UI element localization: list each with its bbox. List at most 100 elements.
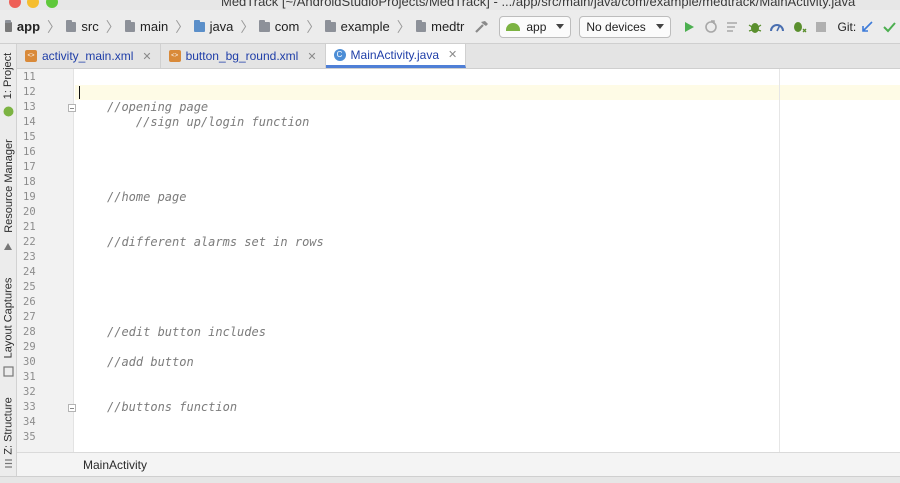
apply-code-changes-icon[interactable] — [725, 17, 741, 37]
line-number: 35 — [23, 431, 36, 443]
run-configuration-dropdown[interactable]: app — [499, 15, 572, 38]
package-icon — [259, 19, 270, 32]
code-comment-line: //buttons function — [107, 400, 238, 414]
line-number: 34 — [23, 416, 36, 428]
breadcrumb-src[interactable]: src — [81, 19, 98, 34]
project-tool-label: 1: Project — [2, 52, 15, 100]
line-number: 15 — [23, 131, 36, 143]
chevron-down-icon — [556, 24, 565, 29]
line-number: 22 — [23, 236, 36, 248]
line-number: 21 — [23, 221, 36, 233]
stop-icon[interactable] — [813, 17, 829, 37]
folder-icon — [124, 19, 136, 32]
line-number-gutter: 11 12 13 14 15 16 17 18 19 20 21 22 23 24 25 26 27 28 29 30… — [17, 69, 76, 452]
project-tool-tab[interactable]: 1: Project — [0, 48, 17, 104]
close-icon[interactable]: ✕ — [448, 48, 457, 61]
line-number: 16 — [23, 146, 36, 158]
line-number: 31 — [23, 371, 36, 383]
code-comment-line: //sign up/login function — [107, 115, 310, 129]
layout-captures-icon — [3, 366, 14, 377]
profile-icon[interactable] — [769, 17, 785, 37]
structure-label: Z: Structure — [2, 397, 15, 455]
code-comment-line: //edit button includes — [107, 325, 266, 339]
chevron-right-icon: 〉 — [47, 18, 62, 35]
structure-icon — [5, 459, 12, 468]
resource-manager-tool-tab[interactable]: Resource Manager — [0, 134, 17, 238]
close-icon[interactable]: ✕ — [142, 50, 151, 63]
window-title: MedTrack [~/AndroidStudioProjects/MedTra… — [221, 0, 856, 9]
close-icon[interactable]: ✕ — [307, 50, 316, 63]
tab-label: button_bg_round.xml — [185, 49, 299, 63]
android-icon — [506, 22, 521, 31]
vcs-update-icon[interactable] — [859, 17, 875, 37]
layout-captures-label: Layout Captures — [2, 277, 15, 359]
code-editor[interactable]: 11 12 13 14 15 16 17 18 19 20 21 22 23 24 25 26 27 28 29 30… — [17, 69, 900, 452]
tab-label: activity_main.xml — [42, 49, 134, 63]
structure-breadcrumb-bar: MainActivity — [17, 452, 900, 476]
line-number: 30 — [23, 356, 36, 368]
breadcrumb-example[interactable]: example — [341, 19, 390, 34]
line-number: 27 — [23, 311, 36, 323]
line-number: 25 — [23, 281, 36, 293]
close-window-button[interactable] — [9, 0, 21, 8]
code-comment-line: //add button — [107, 355, 194, 369]
line-number: 14 — [23, 116, 36, 128]
code-comment-line: //opening page — [107, 100, 209, 114]
source-folder-icon — [194, 19, 205, 32]
breadcrumb-app[interactable]: app — [17, 19, 40, 34]
minimize-window-button[interactable] — [27, 0, 39, 8]
line-number: 18 — [23, 176, 36, 188]
chevron-right-icon: 〉 — [240, 18, 255, 35]
java-class-icon: C — [333, 48, 346, 61]
tab-main-activity-java[interactable]: C MainActivity.java ✕ — [325, 44, 467, 68]
module-icon — [4, 19, 12, 32]
chevron-right-icon: 〉 — [105, 18, 120, 35]
breadcrumb-com[interactable]: com — [275, 19, 300, 34]
package-icon — [325, 19, 336, 32]
right-margin-guide — [779, 69, 780, 452]
line-number: 17 — [23, 161, 36, 173]
debug-icon[interactable] — [747, 17, 763, 37]
line-number: 33 — [23, 401, 36, 413]
vcs-commit-icon[interactable] — [881, 17, 897, 37]
layout-captures-tool-tab[interactable]: Layout Captures — [0, 272, 17, 364]
git-label: Git: — [837, 19, 857, 34]
line-number: 23 — [23, 251, 36, 263]
chevron-down-icon — [655, 24, 664, 29]
device-dropdown[interactable]: No devices — [579, 15, 671, 38]
structure-tool-tab[interactable]: Z: Structure — [0, 396, 17, 456]
xml-file-icon: <> — [168, 50, 181, 62]
apply-changes-icon[interactable] — [703, 17, 719, 37]
breadcrumb-java[interactable]: java — [210, 19, 234, 34]
resource-manager-icon — [4, 243, 12, 250]
attach-debugger-icon[interactable] — [791, 17, 807, 37]
chevron-right-icon: 〉 — [175, 18, 190, 35]
navigation-toolbar: app 〉 src 〉 main 〉 java 〉 com 〉 example … — [0, 10, 900, 44]
fold-toggle-icon[interactable] — [68, 104, 76, 112]
line-number: 32 — [23, 386, 36, 398]
tab-button-bg-round-xml[interactable]: <> button_bg_round.xml ✕ — [161, 44, 326, 68]
chevron-right-icon: 〉 — [306, 18, 321, 35]
fold-toggle-icon[interactable] — [68, 404, 76, 412]
code-comment-line: //different alarms set in rows — [107, 235, 324, 249]
text-cursor — [79, 86, 80, 99]
line-number: 19 — [23, 191, 36, 203]
line-number: 28 — [23, 326, 36, 338]
run-icon[interactable] — [681, 17, 697, 37]
hammer-icon[interactable] — [474, 17, 490, 37]
tab-label: MainActivity.java — [350, 47, 440, 62]
line-number: 20 — [23, 206, 36, 218]
package-icon — [415, 19, 427, 32]
xml-file-icon: <> — [25, 50, 37, 62]
bottom-tool-bar — [0, 476, 900, 483]
breadcrumb-class[interactable]: MainActivity — [83, 458, 147, 472]
line-number: 29 — [23, 341, 36, 353]
maximize-window-button[interactable] — [46, 0, 58, 8]
resource-manager-label: Resource Manager — [2, 139, 15, 233]
line-number: 24 — [23, 266, 36, 278]
chevron-right-icon: 〉 — [396, 18, 411, 35]
line-number: 11 — [23, 71, 36, 83]
tab-activity-main-xml[interactable]: <> activity_main.xml ✕ — [17, 44, 161, 68]
breadcrumb-main[interactable]: main — [140, 19, 168, 34]
breadcrumb-medtrack[interactable]: medtr — [431, 19, 464, 34]
